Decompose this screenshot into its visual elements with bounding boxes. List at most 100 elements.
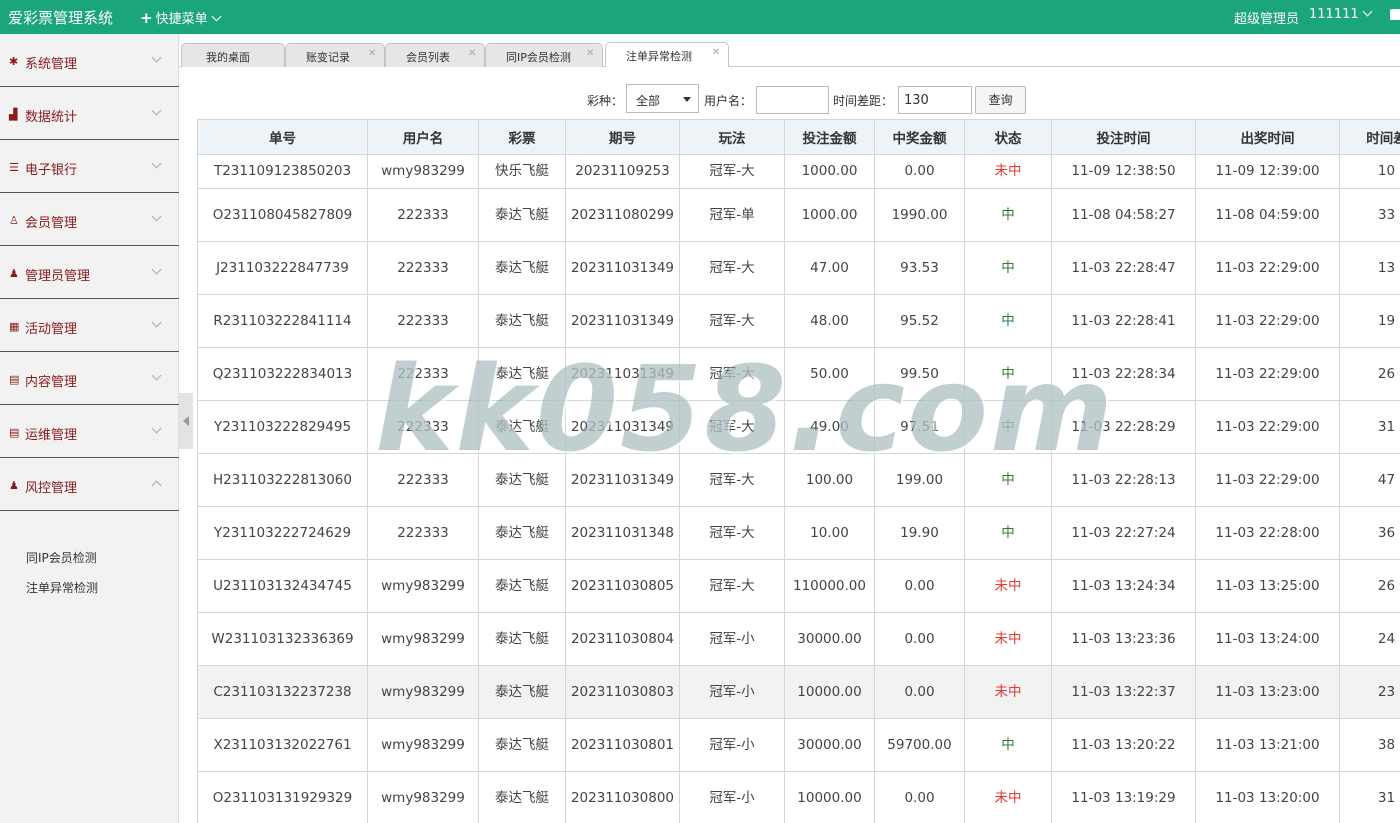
table-cell: 202311030801 [565, 718, 680, 772]
sidebar-item-6[interactable]: ▦ 活动管理 [0, 299, 179, 352]
timediff-input[interactable] [898, 86, 972, 114]
table-cell: 冠军-大 [679, 347, 785, 401]
chevron-down-icon [151, 317, 162, 328]
table-cell: O231103131929329 [197, 771, 368, 823]
sidebar-subitem-1[interactable]: 同IP会员检测 [26, 549, 97, 566]
table-cell: 202311030805 [565, 559, 680, 613]
table-cell: 1000.00 [784, 154, 875, 189]
table-cell: wmy983299 [367, 154, 479, 189]
table-cell: 202311031349 [565, 347, 680, 401]
sidebar-item-4[interactable]: ♙ 会员管理 [0, 193, 179, 246]
table-cell: 1000.00 [784, 188, 875, 242]
table-cell: 222333 [367, 241, 479, 295]
table-cell: 202311031348 [565, 506, 680, 560]
table-cell: 13 [1339, 241, 1400, 295]
table-cell: 11-03 22:29:00 [1195, 453, 1340, 507]
table-cell: R231103222841114 [197, 294, 368, 348]
tab-3[interactable]: 会员列表 ✕ [385, 43, 485, 67]
table-cell: 202311031349 [565, 294, 680, 348]
table-cell: C231103132237238 [197, 665, 368, 719]
table-cell: 38 [1339, 718, 1400, 772]
table-cell: 222333 [367, 188, 479, 242]
table-cell: 26 [1339, 347, 1400, 401]
sidebar-item-label: 电子银行 [25, 163, 78, 178]
table-cell: 222333 [367, 453, 479, 507]
tab-label: 账变记录 [306, 51, 350, 64]
column-header: 玩法 [679, 119, 785, 155]
table-row[interactable]: O231108045827809 222333 泰达飞艇 202311080299 冠军… [197, 188, 1400, 242]
lottery-select[interactable]: 全部 [626, 84, 699, 113]
table-cell: 冠军-小 [679, 718, 785, 772]
table-cell: 11-03 13:24:34 [1051, 559, 1196, 613]
table-row[interactable]: U231103132434745 wmy983299 泰达飞艇 20231103080… [197, 559, 1400, 613]
sidebar-item-8[interactable]: ▤ 运维管理 [0, 405, 179, 458]
table-cell: 11-08 04:58:27 [1051, 188, 1196, 242]
table-cell: 11-03 22:27:24 [1051, 506, 1196, 560]
sidebar-subitem-2[interactable]: 注单异常检测 [26, 579, 98, 596]
table-cell: 19.90 [874, 506, 965, 560]
sidebar-item-1[interactable]: ✱ 系统管理 [0, 34, 179, 87]
table-cell: 110000.00 [784, 559, 875, 613]
table-cell: 222333 [367, 506, 479, 560]
table-cell: 97.51 [874, 400, 965, 454]
username-filter-label: 用户名： [704, 94, 753, 108]
table-row[interactable]: W231103132336369 wmy983299 泰达飞艇 20231103080… [197, 612, 1400, 666]
table-cell: 泰达飞艇 [478, 400, 566, 454]
tab-label: 我的桌面 [206, 51, 250, 64]
column-header: 投注金额 [784, 119, 875, 155]
quick-menu-button[interactable]: + 快捷菜单 [140, 8, 222, 27]
close-icon[interactable]: ✕ [368, 48, 376, 59]
table-row[interactable]: O231103131929329 wmy983299 泰达飞艇 20231103080… [197, 771, 1400, 823]
table-cell: 222333 [367, 347, 479, 401]
user-icon: ♟ [9, 479, 19, 492]
tab-2[interactable]: 账变记录 ✕ [285, 43, 385, 67]
status-cell: 中 [964, 506, 1052, 560]
timediff-filter-label: 时间差距： [833, 94, 894, 108]
table-row[interactable]: T231109123850203 wmy983299 快乐飞艇 20231109253… [197, 154, 1400, 189]
table-cell: 泰达飞艇 [478, 665, 566, 719]
close-icon[interactable]: ✕ [586, 48, 594, 59]
username-input[interactable] [756, 86, 829, 114]
table-cell: 11-03 22:29:00 [1195, 347, 1340, 401]
sidebar-collapse-handle[interactable] [179, 393, 193, 449]
username: 111111 [1309, 7, 1359, 22]
close-icon[interactable]: ✕ [468, 48, 476, 59]
tab-1[interactable]: 我的桌面 [181, 43, 285, 67]
tab-4[interactable]: 同IP会员检测 ✕ [485, 43, 603, 67]
sidebar-item-2[interactable]: ▟ 数据统计 [0, 87, 179, 140]
table-row[interactable]: J231103222847739 222333 泰达飞艇 202311031349 冠军… [197, 241, 1400, 295]
table-row[interactable]: Y231103222724629 222333 泰达飞艇 202311031348 冠军… [197, 506, 1400, 560]
table-row[interactable]: H231103222813060 222333 泰达飞艇 202311031349 冠军… [197, 453, 1400, 507]
user-icon: ♟ [9, 267, 19, 280]
table-cell: 11-09 12:38:50 [1051, 154, 1196, 189]
table-row[interactable]: Q231103222834013 222333 泰达飞艇 202311031349 冠军… [197, 347, 1400, 401]
bet-table-container[interactable]: 单号用户名彩票期号玩法投注金额中奖金额状态投注时间出奖时间时间差 T231109… [197, 119, 1400, 823]
chevron-left-icon [183, 416, 189, 426]
calendar-icon: ▦ [9, 320, 20, 333]
table-row[interactable]: R231103222841114 222333 泰达飞艇 202311031349 冠军… [197, 294, 1400, 348]
sidebar-item-7[interactable]: ▤ 内容管理 [0, 352, 179, 405]
table-cell: Y231103222724629 [197, 506, 368, 560]
sidebar-item-9[interactable]: ♟ 风控管理 [0, 458, 179, 511]
app-title: 爱彩票管理系统 [8, 9, 114, 27]
table-cell: 冠军-小 [679, 612, 785, 666]
table-row[interactable]: C231103132237238 wmy983299 泰达飞艇 20231103080… [197, 665, 1400, 719]
table-row[interactable]: Y231103222829495 222333 泰达飞艇 202311031349 冠军… [197, 400, 1400, 454]
table-cell: 11-03 22:29:00 [1195, 400, 1340, 454]
table-cell: 30000.00 [784, 718, 875, 772]
sidebar-item-3[interactable]: ☰ 电子银行 [0, 140, 179, 193]
close-icon[interactable]: ✕ [712, 47, 720, 58]
table-cell: 11-03 13:19:29 [1051, 771, 1196, 823]
theme-icon[interactable] [1390, 9, 1400, 20]
table-cell: 11-03 13:20:22 [1051, 718, 1196, 772]
table-cell: O231108045827809 [197, 188, 368, 242]
table-row[interactable]: X231103132022761 wmy983299 泰达飞艇 20231103080… [197, 718, 1400, 772]
column-header: 中奖金额 [874, 119, 965, 155]
status-cell: 中 [964, 347, 1052, 401]
sidebar-item-5[interactable]: ♟ 管理员管理 [0, 246, 179, 299]
tab-5[interactable]: 注单异常检测 ✕ [605, 42, 729, 67]
table-cell: 泰达飞艇 [478, 771, 566, 823]
query-button[interactable]: 查询 [975, 86, 1026, 114]
table-cell: W231103132336369 [197, 612, 368, 666]
user-menu-button[interactable]: 111111 [1309, 6, 1373, 22]
